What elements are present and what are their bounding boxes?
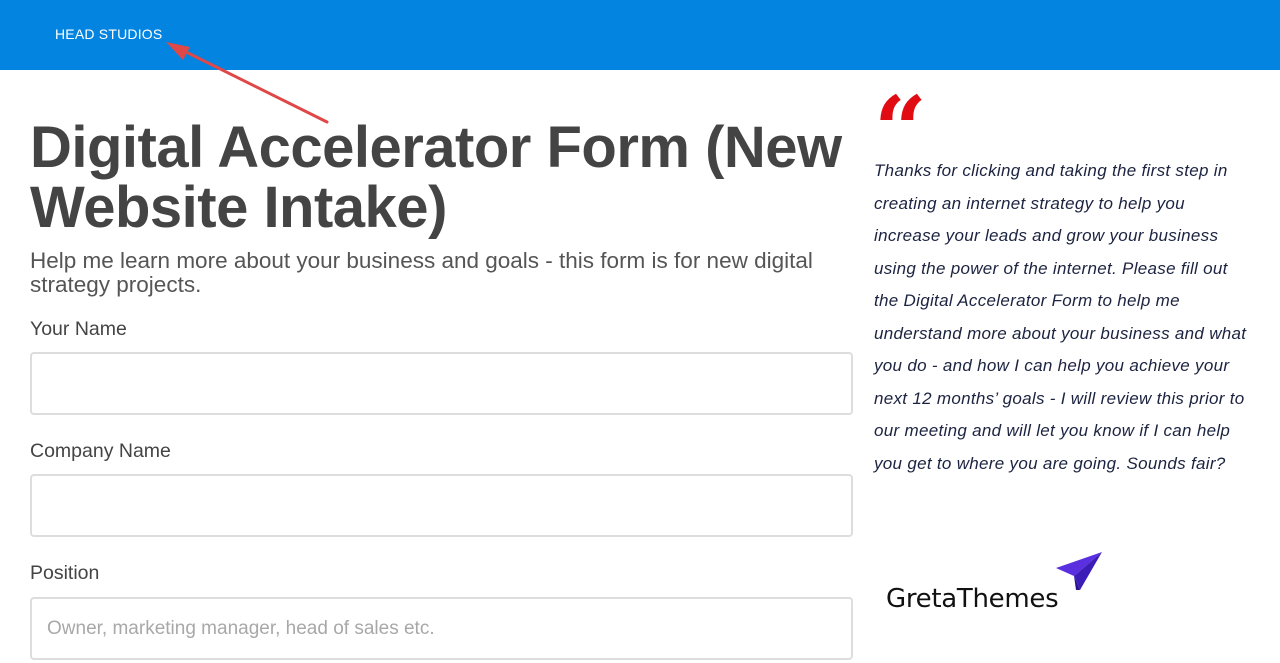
intro-quote-text: Thanks for clicking and taking the first… [874,161,1247,473]
gretathemes-logo: GretaThemes [884,548,1114,618]
brand-link[interactable]: HEAD STUDIOS [55,26,162,42]
your-name-label: Your Name [30,318,127,340]
company-name-input[interactable] [30,474,853,537]
your-name-input[interactable] [30,352,853,415]
paper-plane-icon [1056,552,1102,590]
page-title: Digital Accelerator Form (New Website In… [30,115,842,240]
position-label: Position [30,562,100,584]
logo-text: GretaThemes [886,584,1059,614]
company-name-label: Company Name [30,440,171,462]
position-input[interactable] [30,597,853,660]
top-navigation-bar: HEAD STUDIOS [0,0,1280,70]
page-subtitle: Help me learn more about your business a… [30,248,813,297]
